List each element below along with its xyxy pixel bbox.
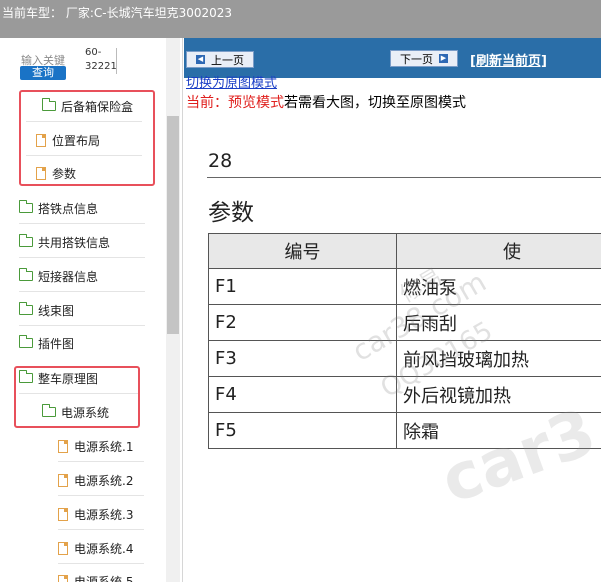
page-number: 28 [208, 150, 233, 172]
table-cell-description: 除霜 [396, 412, 601, 449]
arrow-left-icon: ◀ [196, 55, 205, 64]
tree-item-label: 插件图 [38, 336, 75, 351]
arrow-right-icon: ▶ [439, 54, 448, 63]
tree-item-label: 电源系统.1 [74, 439, 134, 454]
table-row: F4 外后视镜加热 [208, 376, 601, 413]
tree-item-label: 电源系统.2 [74, 473, 134, 488]
prev-page-label: 上一页 [211, 53, 244, 67]
divider [58, 495, 144, 496]
tree-item-splice-info[interactable]: 短接器信息 [19, 265, 98, 287]
tree-item-power-system-2[interactable]: 电源系统.2 [58, 469, 133, 491]
current-mode-value: 预览模式 [228, 95, 284, 111]
folder-icon [19, 302, 33, 315]
refresh-page-link[interactable]: [刷新当前页] [470, 50, 547, 69]
tree-item-harness-diagram[interactable]: 线束图 [19, 299, 74, 321]
tree-item-label: 电源系统.4 [74, 541, 134, 556]
code-line-1: 60- [85, 47, 102, 58]
divider [19, 291, 145, 292]
table-cell-description: 外后视镜加热 [396, 376, 601, 413]
divider [207, 177, 601, 178]
section-title: 参数 [208, 200, 254, 226]
parameter-table: 编号 使 F1 燃油泵 F2 后雨刮 F3 前风挡玻璃加热 F4 外后视镜加热 … [208, 233, 601, 449]
tree-item-label: 共用搭铁信息 [38, 235, 111, 250]
divider [19, 257, 145, 258]
folder-icon [19, 234, 33, 247]
folder-icon [19, 200, 33, 213]
switch-original-mode-link[interactable]: 切换为原图模式 [186, 72, 277, 91]
table-cell-description: 燃油泵 [396, 268, 601, 305]
divider [58, 563, 144, 564]
table-row: F5 除霜 [208, 412, 601, 449]
next-page-button[interactable]: 下一页 ▶ [390, 50, 458, 67]
table-cell-code: F4 [208, 376, 397, 413]
tree-item-power-system-4[interactable]: 电源系统.4 [58, 537, 133, 559]
divider [116, 48, 117, 74]
table-cell-description: 后雨刮 [396, 304, 601, 341]
tree-item-label: 线束图 [38, 303, 75, 318]
sidebar-scrollbar-thumb[interactable] [167, 116, 179, 334]
document-icon [58, 439, 68, 453]
divider [19, 223, 145, 224]
tree-item-label: 电源系统.5 [74, 574, 134, 582]
tree-item-shared-ground[interactable]: 共用搭铁信息 [19, 231, 110, 253]
highlight-box [14, 366, 140, 428]
table-header-number: 编号 [208, 233, 397, 269]
table-header-row: 编号 使 [208, 233, 601, 269]
document-icon [58, 473, 68, 487]
divider [58, 529, 144, 530]
table-cell-code: F1 [208, 268, 397, 305]
divider [19, 325, 145, 326]
table-row: F1 燃油泵 [208, 268, 601, 305]
tree-item-label: 电源系统.3 [74, 507, 134, 522]
code-line-2: 32221 [85, 61, 117, 72]
divider [58, 461, 144, 462]
tree-item-label: 短接器信息 [38, 269, 99, 284]
table-cell-code: F5 [208, 412, 397, 449]
current-mode-line: 当前：预览模式若需看大图，切换至原图模式 [186, 92, 466, 112]
tree-item-label: 搭铁点信息 [38, 201, 99, 216]
current-mode-prefix: 当前： [186, 95, 228, 111]
search-button[interactable]: 查询 [20, 66, 66, 80]
sidebar: 输入关键 查询 60- 32221 后备箱保险盒 位置布局 参数 搭铁点信息 共… [0, 38, 183, 582]
current-mode-hint: 若需看大图，切换至原图模式 [284, 95, 466, 111]
table-row: F3 前风挡玻璃加热 [208, 340, 601, 377]
table-header-use: 使 [396, 233, 601, 269]
document-icon [58, 507, 68, 521]
folder-icon [19, 335, 33, 348]
tree-item-connector-diagram[interactable]: 插件图 [19, 332, 74, 354]
tree-item-power-system-1[interactable]: 电源系统.1 [58, 435, 133, 457]
highlight-box [19, 90, 155, 186]
document-icon [58, 541, 68, 555]
table-cell-code: F2 [208, 304, 397, 341]
next-page-label: 下一页 [400, 52, 433, 66]
tree-item-power-system-3[interactable]: 电源系统.3 [58, 503, 133, 525]
current-vehicle-bar: 当前车型： 厂家:C-长城汽车坦克3002023 [0, 0, 601, 38]
tree-item-power-system-5[interactable]: 电源系统.5 [58, 570, 133, 582]
table-row: F2 后雨刮 [208, 304, 601, 341]
current-vehicle-text: 当前车型： 厂家:C-长城汽车坦克3002023 [2, 6, 233, 20]
table-cell-code: F3 [208, 340, 397, 377]
document-icon [58, 574, 68, 582]
tree-item-ground-points[interactable]: 搭铁点信息 [19, 197, 98, 219]
table-cell-description: 前风挡玻璃加热 [396, 340, 601, 377]
prev-page-button[interactable]: ◀ 上一页 [186, 51, 254, 68]
folder-icon [19, 268, 33, 281]
